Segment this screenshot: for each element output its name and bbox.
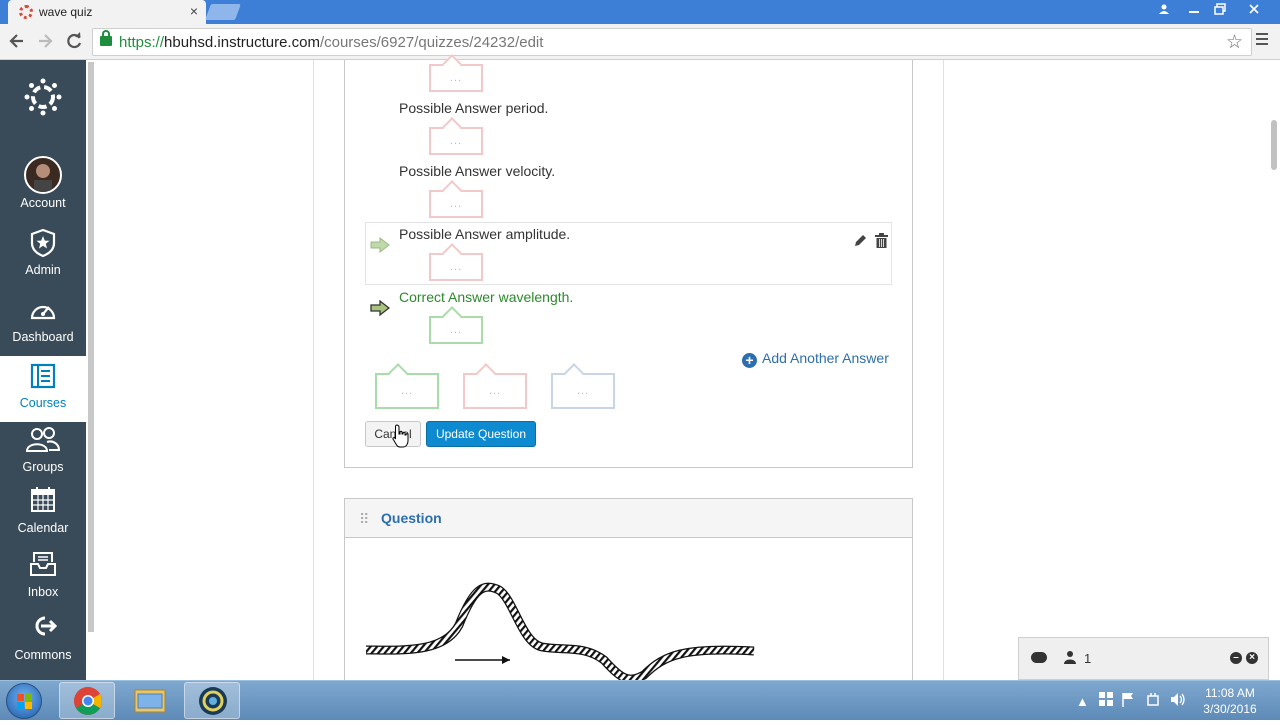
correct-comment-box[interactable]: ... [375,373,439,409]
question-title[interactable]: Question [381,510,442,526]
tab-title: wave quiz [39,5,93,19]
nav-commons[interactable]: Commons [0,612,86,676]
nav-admin-label: Admin [25,263,61,277]
restore-icon[interactable] [1206,0,1234,18]
tab-close-icon[interactable]: × [190,3,198,19]
chat-bubble-icon[interactable] [1031,652,1047,663]
windows-tray-icon[interactable] [1099,692,1113,709]
menu-icon[interactable] [1256,33,1268,45]
windows-logo-icon [25,694,32,701]
page-scrollbar[interactable] [1271,120,1277,170]
minimize-icon[interactable] [1180,0,1208,18]
mouse-cursor-icon [392,424,410,448]
minimize-icon[interactable]: – [1230,652,1242,664]
nav-admin[interactable]: Admin [0,226,86,290]
update-question-button[interactable]: Update Question [426,421,536,447]
chat-widget[interactable]: 1 – × [1018,637,1269,680]
incorrect-comment-box[interactable]: ... [463,373,527,409]
answer-comment-box[interactable]: ... [429,127,483,155]
content-divider [313,60,314,680]
plus-circle-icon: + [742,353,757,368]
taskbar-chrome[interactable] [59,682,115,719]
answer-text: Possible Answer period. [399,100,549,116]
browser-toolbar: https://hbuhsd.instructure.com/courses/6… [0,24,1280,60]
clock-time: 11:08 AM [1205,686,1255,700]
taskbar-file-explorer[interactable] [122,682,178,719]
answer-comment-box[interactable]: ... [429,190,483,218]
show-hidden-icons[interactable]: ▲ [1076,694,1089,709]
answer-comment-box[interactable]: ... [429,316,483,344]
volume-icon[interactable] [1170,692,1186,710]
answer-comment-box[interactable]: ... [429,253,483,281]
bookmark-star-icon[interactable]: ☆ [1226,31,1243,54]
nav-account-label: Account [20,196,66,210]
wave-rope-image [364,575,756,684]
forward-icon[interactable] [36,32,54,55]
neutral-comment-box[interactable]: ... [551,373,615,409]
address-bar[interactable]: https://hbuhsd.instructure.com/courses/6… [92,28,1252,56]
book-icon [29,362,57,393]
reload-icon[interactable] [65,32,83,55]
nav-inbox[interactable]: Inbox [0,548,86,612]
inbox-icon [29,550,57,581]
nav-scrollbar[interactable] [88,62,94,632]
avatar [24,156,62,194]
gauge-icon [29,298,57,325]
nav-groups-label: Groups [22,460,64,474]
nav-commons-label: Commons [14,648,72,662]
trash-icon[interactable] [875,233,888,248]
browser-tab[interactable]: wave quiz × [8,0,206,24]
online-count: 1 [1084,651,1092,666]
shield-star-icon [29,228,57,261]
close-icon[interactable]: × [1246,652,1258,664]
start-button[interactable] [6,683,42,719]
nav-calendar-label: Calendar [17,521,69,535]
answer-text: Possible Answer velocity. [399,163,556,179]
canvas-favicon-icon [19,5,33,19]
nav-dashboard-label: Dashboard [12,330,74,344]
nav-courses[interactable]: Courses [0,356,86,422]
user-icon [1063,650,1077,664]
question-header: ⠿ Question [345,499,912,538]
nav-groups[interactable]: Groups [0,424,86,488]
clock-date: 3/30/2016 [1203,702,1257,716]
pencil-icon[interactable] [853,233,868,252]
action-center-flag-icon[interactable] [1121,692,1135,710]
canvas-logo-icon[interactable] [24,78,62,121]
os-taskbar: ▲ 11:08 AM 3/30/2016 [0,680,1280,720]
global-nav: Account Admin Dashboard Courses Groups C… [0,60,86,680]
drag-handle-icon[interactable]: ⠿ [359,511,369,528]
select-correct-arrow-icon[interactable] [370,236,390,254]
new-tab-button[interactable] [205,4,241,20]
correct-answer-arrow-icon[interactable] [370,299,391,317]
nav-inbox-label: Inbox [27,585,59,599]
add-another-answer-link[interactable]: + Add Another Answer [742,350,889,368]
nav-calendar[interactable]: Calendar [0,484,86,548]
answer-comment-box[interactable]: ... [429,64,483,92]
calendar-icon [29,486,57,517]
back-icon[interactable] [8,32,26,55]
nav-courses-label: Courses [19,396,67,410]
taskbar-clock[interactable]: 11:08 AM 3/30/2016 [1190,685,1270,717]
lock-icon [100,30,112,46]
close-icon[interactable] [1240,0,1268,18]
url-text: https://hbuhsd.instructure.com/courses/6… [119,34,544,51]
answer-text: Possible Answer amplitude. [399,226,571,242]
person-icon[interactable] [1150,0,1178,18]
taskbar-app[interactable] [184,682,240,719]
power-icon[interactable] [1146,692,1160,710]
commons-icon [29,614,58,641]
nav-account[interactable]: Account [0,152,86,216]
users-icon [25,426,61,457]
browser-tab-bar: wave quiz × [0,0,1280,24]
windows-logo-icon [25,702,32,709]
content-divider [943,60,944,680]
nav-dashboard[interactable]: Dashboard [0,294,86,358]
windows-logo-icon [17,702,24,709]
correct-answer-text: Correct Answer wavelength. [399,289,574,305]
windows-logo-icon [17,694,24,701]
